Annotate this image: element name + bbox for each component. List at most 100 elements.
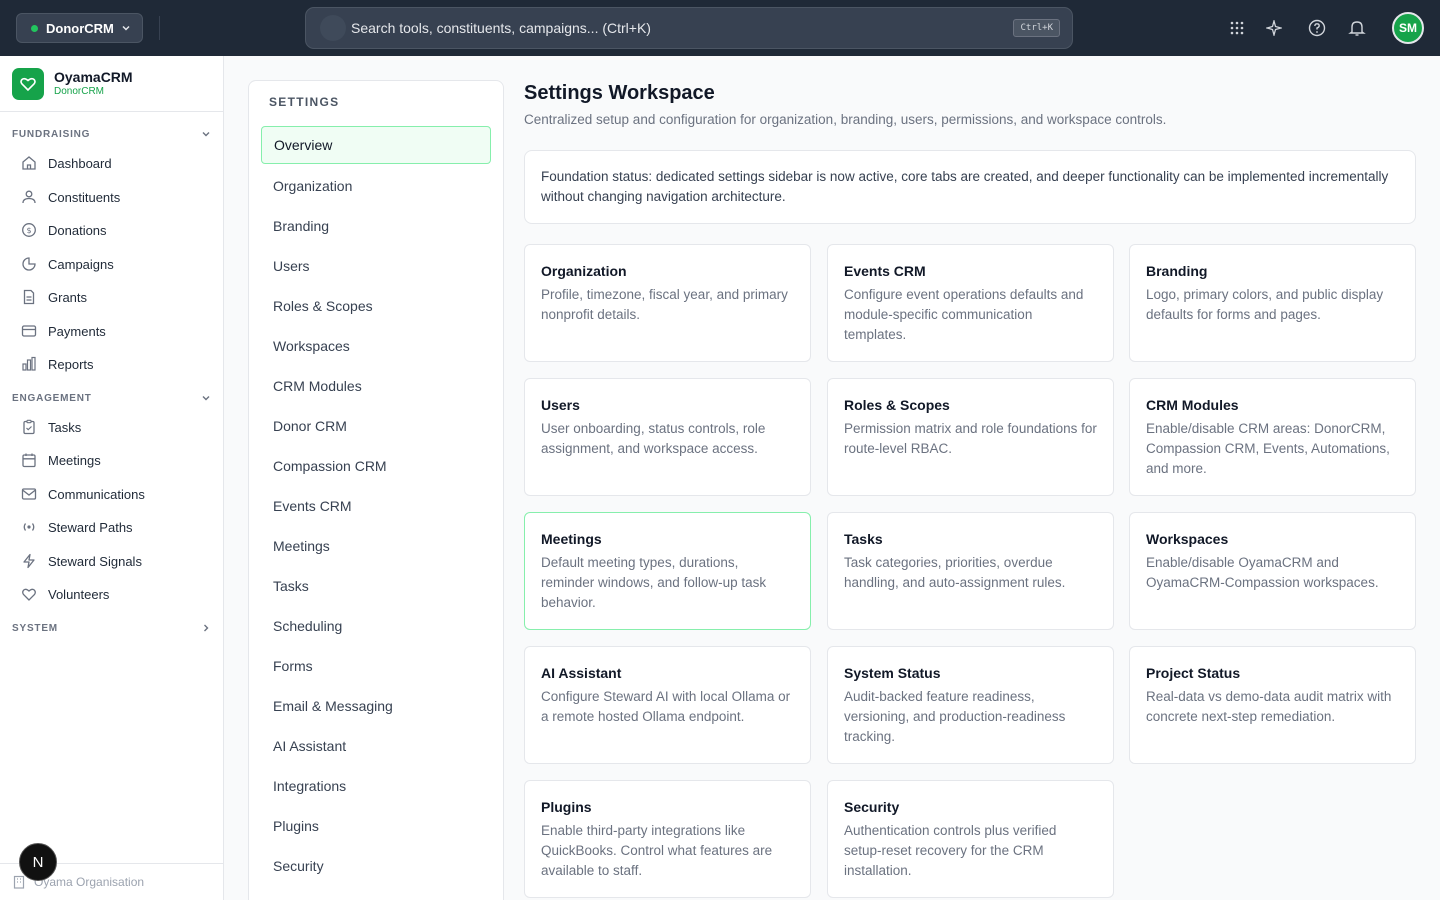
section-engagement[interactable]: ENGAGEMENT [12,392,212,404]
card-description: Default meeting types, durations, remind… [541,555,767,610]
card-title: Meetings [541,531,602,547]
settings-nav-title: SETTINGS [269,95,340,109]
card-title: Security [844,799,900,815]
settings-card-branding[interactable]: Branding Logo, primary colors, and publi… [1129,244,1416,362]
clipboard-icon [20,418,38,436]
workspace-label: DonorCRM [46,20,114,36]
apps-grid-icon[interactable] [1227,18,1247,38]
sidebar-item-payments[interactable]: Payments [20,318,212,344]
sidebar-item-donations[interactable]: $ Donations [20,217,212,243]
card-description: Configure event operations defaults and … [844,287,1084,342]
settings-card-tasks[interactable]: Tasks Task categories, priorities, overd… [827,512,1114,630]
sidebar-item-label: Constituents [48,189,121,205]
card-description: Real-data vs demo-data audit matrix with… [1146,689,1392,724]
sidebar-item-communications[interactable]: Communications [20,481,212,507]
card-description: Audit-backed feature readiness, versioni… [844,689,1066,744]
card-title: Project Status [1146,665,1241,681]
card-title: System Status [844,665,941,681]
sidebar-item-label: Dashboard [48,155,112,171]
sidebar-item-label: Steward Paths [48,519,133,535]
bar-chart-icon [20,355,38,373]
settings-nav-events-crm[interactable]: Events CRM [261,487,491,525]
sidebar-item-constituents[interactable]: Constituents [20,184,212,210]
settings-nav-donor-crm[interactable]: Donor CRM [261,407,491,445]
svg-text:$: $ [26,226,31,235]
bolt-icon [20,552,38,570]
settings-nav-meetings[interactable]: Meetings [261,527,491,565]
sidebar-item-steward-paths[interactable]: Steward Paths [20,514,212,540]
settings-nav-tasks[interactable]: Tasks [261,567,491,605]
chevron-down-icon [200,392,212,404]
settings-nav-roles-scopes[interactable]: Roles & Scopes [261,287,491,325]
settings-card-system-status[interactable]: System Status Audit-backed feature readi… [827,646,1114,764]
settings-nav-integrations[interactable]: Integrations [261,767,491,805]
bell-icon[interactable] [1347,18,1367,38]
brand[interactable]: OyamaCRM DonorCRM [12,68,133,100]
settings-nav-scheduling[interactable]: Scheduling [261,607,491,645]
settings-nav-organization[interactable]: Organization [261,167,491,205]
credit-card-icon [20,322,38,340]
sidebar-item-reports[interactable]: Reports [20,351,212,377]
settings-card-workspaces[interactable]: Workspaces Enable/disable OyamaCRM and O… [1129,512,1416,630]
sidebar-item-campaigns[interactable]: Campaigns [20,251,212,277]
card-title: Tasks [844,531,883,547]
settings-nav-plugins[interactable]: Plugins [261,807,491,845]
settings-nav-compassion-crm[interactable]: Compassion CRM [261,447,491,485]
card-title: Organization [541,263,627,279]
settings-card-users[interactable]: Users User onboarding, status controls, … [524,378,811,496]
settings-card-project-status[interactable]: Project Status Real-data vs demo-data au… [1129,646,1416,764]
settings-nav-forms[interactable]: Forms [261,647,491,685]
settings-nav-workspaces[interactable]: Workspaces [261,327,491,365]
settings-nav-overview[interactable]: Overview [261,126,491,164]
search-input[interactable]: Search tools, constituents, campaigns...… [351,20,651,36]
sidebar-item-label: Payments [48,323,106,339]
pie-icon [20,255,38,273]
workspace-switcher[interactable]: DonorCRM [16,13,143,43]
settings-card-security[interactable]: Security Authentication controls plus ve… [827,780,1114,898]
help-icon[interactable] [1307,18,1327,38]
sidebar-item-label: Grants [48,289,88,305]
sparkle-icon[interactable] [1264,18,1284,38]
document-icon [20,288,38,306]
shortcut-badge: Ctrl+K [1013,19,1060,37]
sidebar-item-meetings[interactable]: Meetings [20,447,212,473]
home-icon [20,154,38,172]
chevron-down-icon [200,128,212,140]
sidebar-item-label: Meetings [48,452,101,468]
settings-nav-security[interactable]: Security [261,847,491,885]
settings-nav-branding[interactable]: Branding [261,207,491,245]
sidebar-item-label: Volunteers [48,586,110,602]
settings-card-crm-modules[interactable]: CRM Modules Enable/disable CRM areas: Do… [1129,378,1416,496]
dollar-icon: $ [20,221,38,239]
card-title: Events CRM [844,263,926,279]
card-title: Branding [1146,263,1208,279]
section-system[interactable]: SYSTEM [12,622,212,634]
settings-card-ai-assistant[interactable]: AI Assistant Configure Steward AI with l… [524,646,811,764]
sidebar-item-steward-signals[interactable]: Steward Signals [20,548,212,574]
card-description: Profile, timezone, fiscal year, and prim… [541,287,788,322]
settings-card-roles-scopes[interactable]: Roles & Scopes Permission matrix and rol… [827,378,1114,496]
sidebar-item-tasks[interactable]: Tasks [20,414,212,440]
sidebar-item-dashboard[interactable]: Dashboard [20,150,212,176]
section-label: FUNDRAISING [12,128,91,140]
settings-nav-users[interactable]: Users [261,247,491,285]
global-search[interactable]: Search tools, constituents, campaigns...… [305,7,1073,49]
mail-icon [20,485,38,503]
dev-tools-badge[interactable]: N [19,843,57,881]
settings-nav-crm-modules[interactable]: CRM Modules [261,367,491,405]
user-avatar[interactable]: SM [1392,12,1424,44]
settings-nav-ai-assistant[interactable]: AI Assistant [261,727,491,765]
settings-nav-email-messaging[interactable]: Email & Messaging [261,687,491,725]
settings-card-meetings[interactable]: Meetings Default meeting types, duration… [524,512,811,630]
divider [159,16,160,40]
sidebar: OyamaCRM DonorCRM FUNDRAISING Dashboard … [0,56,224,900]
foundation-status-notice: Foundation status: dedicated settings si… [524,150,1416,224]
section-fundraising[interactable]: FUNDRAISING [12,128,212,140]
page-subtitle: Centralized setup and configuration for … [524,112,1167,127]
settings-card-organization[interactable]: Organization Profile, timezone, fiscal y… [524,244,811,362]
sidebar-item-grants[interactable]: Grants [20,284,212,310]
settings-card-events-crm[interactable]: Events CRM Configure event operations de… [827,244,1114,362]
settings-card-plugins[interactable]: Plugins Enable third-party integrations … [524,780,811,898]
sidebar-item-volunteers[interactable]: Volunteers [20,581,212,607]
chevron-down-icon [120,22,132,34]
